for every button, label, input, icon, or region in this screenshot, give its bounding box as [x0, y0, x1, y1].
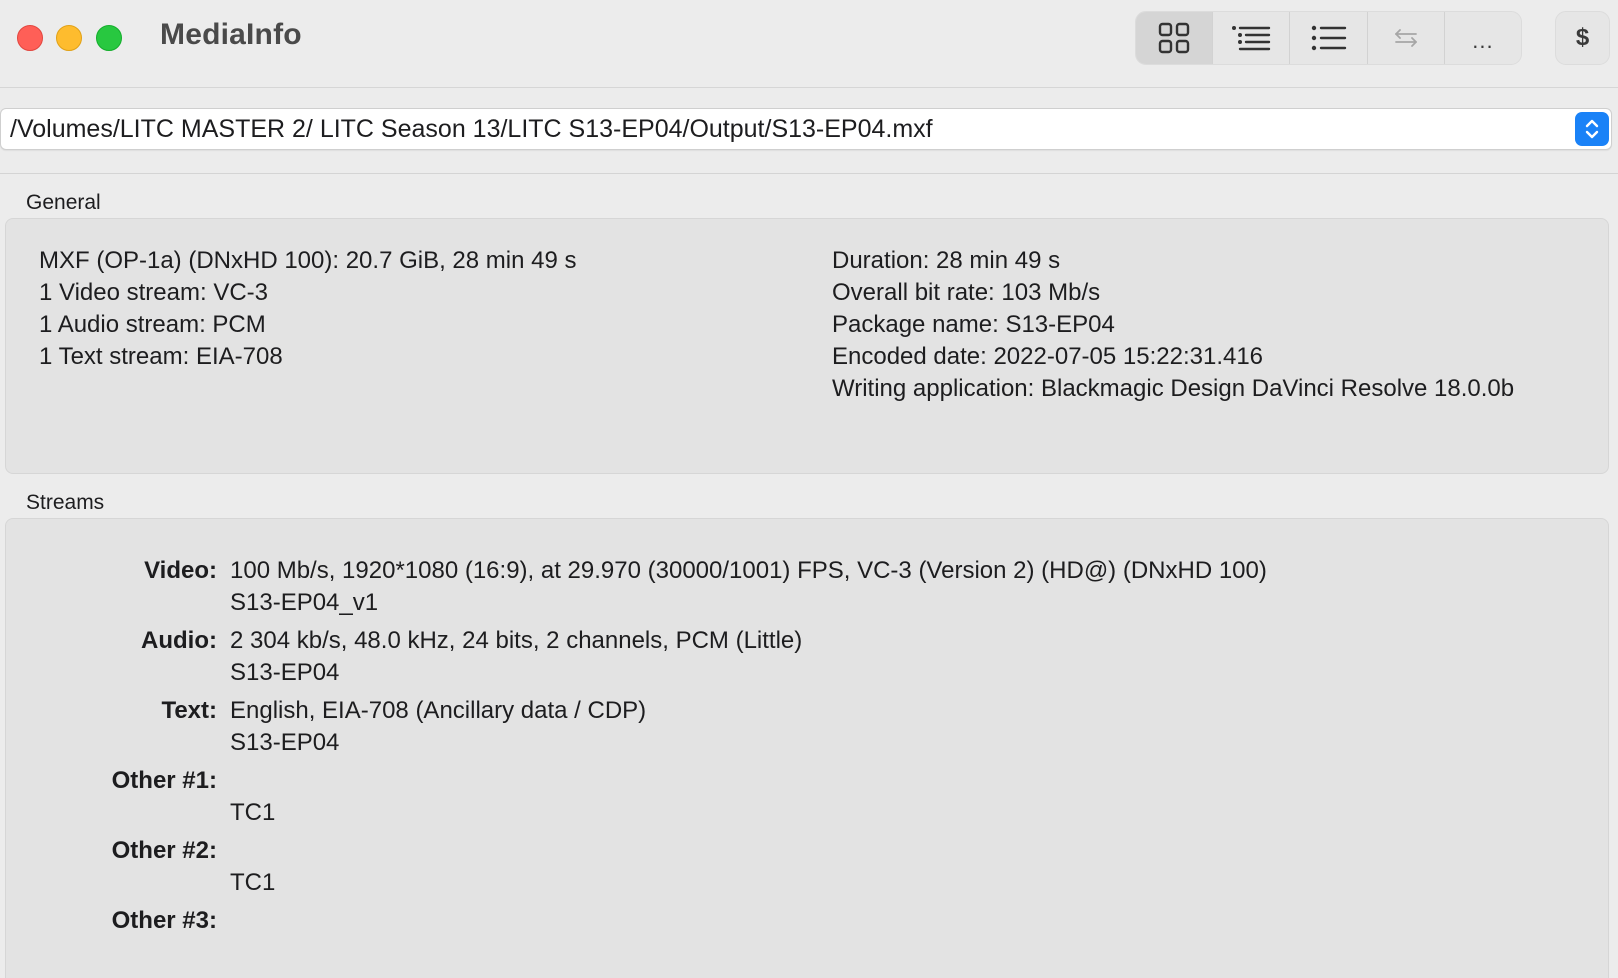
dollar-button[interactable]: $ — [1555, 11, 1610, 65]
stream-row-audio: Audio: 2 304 kb/s, 48.0 kHz, 24 bits, 2 … — [6, 625, 1608, 689]
title-bar: MediaInfo ... $ — [0, 0, 1618, 88]
zoom-window-button[interactable] — [96, 25, 122, 51]
more-button[interactable]: ... — [1445, 12, 1521, 64]
general-text-count: 1 Text stream: EIA-708 — [39, 343, 283, 370]
close-window-button[interactable] — [17, 25, 43, 51]
stream-detail: 2 304 kb/s, 48.0 kHz, 24 bits, 2 channel… — [230, 627, 803, 654]
stream-detail: English, EIA-708 (Ancillary data / CDP) — [230, 697, 647, 724]
general-video-count: 1 Video stream: VC-3 — [39, 279, 268, 306]
general-summary-right: Duration: 28 min 49 s Overall bit rate: … — [832, 245, 1514, 405]
stream-key: Other #1: — [111, 767, 217, 794]
popup-stepper-icon[interactable] — [1575, 112, 1609, 146]
general-encoded-date: Encoded date: 2022-07-05 15:22:31.416 — [832, 343, 1264, 370]
mediainfo-window: MediaInfo ... $ /Volumes/LITC MASTER 2/ … — [0, 0, 1618, 978]
stream-title: TC1 — [230, 869, 276, 896]
swap-arrows-icon — [1393, 28, 1419, 48]
general-summary-left: MXF (OP-1a) (DNxHD 100): 20.7 GiB, 28 mi… — [39, 245, 577, 373]
general-audio-count: 1 Audio stream: PCM — [39, 311, 266, 338]
view-text-button[interactable] — [1290, 12, 1368, 64]
stream-list: Video: 100 Mb/s, 1920*1080 (16:9), at 29… — [6, 555, 1608, 943]
stream-value: 100 Mb/s, 1920*1080 (16:9), at 29.970 (3… — [230, 555, 1267, 619]
general-writing-app: Writing application: Blackmagic Design D… — [832, 375, 1515, 402]
general-format-line: MXF (OP-1a) (DNxHD 100): 20.7 GiB, 28 mi… — [39, 247, 577, 274]
general-package-name: Package name: S13-EP04 — [832, 311, 1115, 338]
divider — [0, 173, 1618, 174]
stream-key: Other #3: — [111, 907, 217, 934]
stream-value: TC1 — [230, 835, 275, 899]
bullet-list-icon — [1311, 24, 1347, 52]
general-duration: Duration: 28 min 49 s — [832, 247, 1061, 274]
window-title: MediaInfo — [160, 18, 302, 51]
stream-detail — [230, 835, 275, 867]
stream-key: Video: — [144, 557, 217, 584]
compare-button[interactable] — [1368, 12, 1445, 64]
streams-section-label: Streams — [26, 491, 105, 514]
file-path-text: /Volumes/LITC MASTER 2/ LITC Season 13/L… — [10, 115, 933, 143]
general-panel: MXF (OP-1a) (DNxHD 100): 20.7 GiB, 28 mi… — [5, 218, 1609, 474]
stream-detail: 100 Mb/s, 1920*1080 (16:9), at 29.970 (3… — [230, 557, 1267, 584]
stream-value: English, EIA-708 (Ancillary data / CDP) … — [230, 695, 646, 759]
stream-value: 2 304 kb/s, 48.0 kHz, 24 bits, 2 channel… — [230, 625, 802, 689]
tree-list-icon — [1231, 24, 1271, 52]
stream-key: Text: — [161, 697, 217, 724]
view-grid-button[interactable] — [1136, 12, 1214, 64]
stream-row-text: Text: English, EIA-708 (Ancillary data /… — [6, 695, 1608, 759]
stream-key: Other #2: — [111, 837, 217, 864]
stream-detail — [230, 765, 275, 797]
stream-value: TC1 — [230, 765, 275, 829]
stream-title: S13-EP04_v1 — [230, 589, 379, 616]
stream-row-other-3: Other #3: — [6, 905, 1608, 937]
stream-title: TC1 — [230, 799, 276, 826]
view-mode-toolbar: ... — [1135, 11, 1522, 65]
stream-row-other-2: Other #2: TC1 — [6, 835, 1608, 899]
grid-icon — [1158, 22, 1190, 54]
stream-title: S13-EP04 — [230, 729, 340, 756]
stream-row-other-1: Other #1: TC1 — [6, 765, 1608, 829]
view-tree-button[interactable] — [1213, 12, 1291, 64]
general-bitrate: Overall bit rate: 103 Mb/s — [832, 279, 1101, 306]
stream-row-video: Video: 100 Mb/s, 1920*1080 (16:9), at 29… — [6, 555, 1608, 619]
minimize-window-button[interactable] — [56, 25, 82, 51]
general-section-label: General — [26, 191, 101, 214]
more-label: ... — [1472, 28, 1494, 53]
stream-title: S13-EP04 — [230, 659, 340, 686]
file-path-popup[interactable]: /Volumes/LITC MASTER 2/ LITC Season 13/L… — [0, 108, 1612, 150]
streams-panel: Video: 100 Mb/s, 1920*1080 (16:9), at 29… — [5, 518, 1609, 978]
stream-key: Audio: — [141, 627, 217, 654]
